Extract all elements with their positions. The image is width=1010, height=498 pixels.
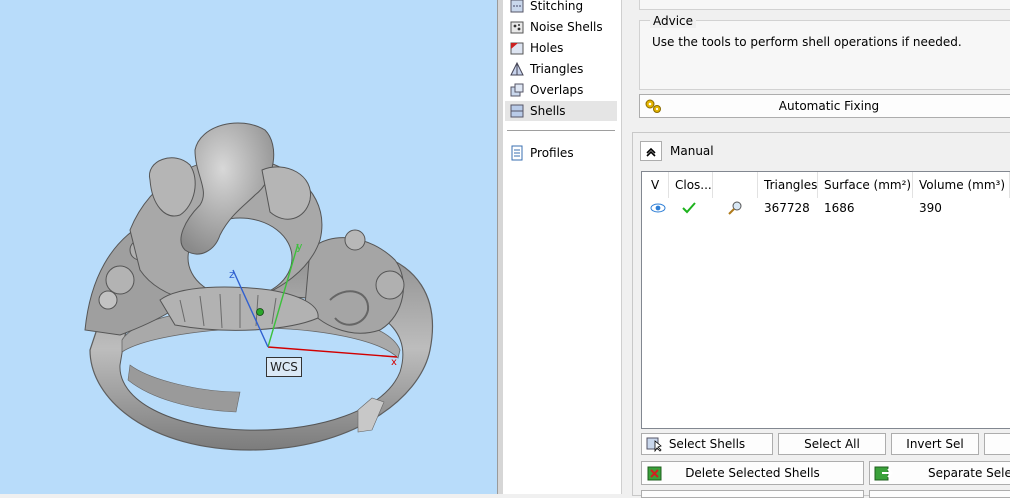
- tree-divider: [507, 130, 615, 131]
- triangles-icon: [509, 61, 525, 77]
- overlaps-icon: [509, 82, 525, 98]
- separate-selected-button[interactable]: Separate Selecte: [869, 461, 1010, 485]
- noise-shells-icon: [509, 19, 525, 35]
- cell-triangles: 367728: [764, 201, 810, 215]
- select-cursor-icon: [646, 436, 664, 454]
- bottom-action-button[interactable]: [641, 490, 864, 498]
- automatic-fixing-label: Automatic Fixing: [778, 99, 880, 113]
- shells-icon: [509, 103, 525, 119]
- shells-table[interactable]: V Clos... Triangles Surface (mm²) Volume…: [641, 171, 1010, 429]
- column-header-triangles[interactable]: Triangles: [758, 172, 818, 198]
- manual-label: Manual: [670, 144, 714, 158]
- analysis-tree: Stitching Noise Shells Holes Triangles O…: [503, 0, 622, 494]
- select-all-button[interactable]: Select All: [778, 433, 886, 455]
- properties-panel: Advice Use the tools to perform shell op…: [622, 0, 1010, 498]
- tree-item-label: Overlaps: [530, 83, 584, 97]
- delete-selected-shells-button[interactable]: Delete Selected Shells: [641, 461, 864, 485]
- svg-text:x: x: [391, 357, 397, 368]
- column-header-surface[interactable]: Surface (mm²): [818, 172, 913, 198]
- invert-selection-button[interactable]: Invert Sel: [891, 433, 979, 455]
- advice-title: Advice: [650, 14, 697, 28]
- column-header-volume[interactable]: Volume (mm³): [913, 172, 1010, 198]
- tree-item-overlaps[interactable]: Overlaps: [505, 80, 617, 100]
- tree-item-holes[interactable]: Holes: [505, 38, 617, 58]
- tree-item-label: Holes: [530, 41, 564, 55]
- top-group: [639, 0, 1010, 10]
- collapse-up-icon: [646, 147, 656, 157]
- tree-item-noise-shells[interactable]: Noise Shells: [505, 17, 617, 37]
- tree-item-label: Shells: [530, 104, 566, 118]
- cell-surface: 1686: [824, 201, 855, 215]
- cell-volume: 390: [919, 201, 942, 215]
- magnifier-icon[interactable]: [713, 198, 758, 218]
- gears-icon: [644, 98, 662, 117]
- separate-selected-label: Separate Selecte: [928, 466, 1010, 480]
- 3d-viewport[interactable]: x y z WCS: [0, 0, 497, 494]
- tree-item-label: Profiles: [530, 146, 574, 160]
- svg-text:y: y: [296, 240, 303, 253]
- wcs-label: WCS: [266, 357, 302, 377]
- tree-item-label: Noise Shells: [530, 20, 603, 34]
- tree-item-label: Triangles: [530, 62, 584, 76]
- holes-icon: [509, 40, 525, 56]
- column-header-zoom[interactable]: [713, 172, 758, 198]
- tree-item-stitching[interactable]: Stitching: [505, 0, 617, 16]
- profiles-icon: [509, 145, 525, 161]
- tree-item-label: Stitching: [530, 0, 584, 13]
- advice-group: [639, 20, 1010, 90]
- tree-item-shells[interactable]: Shells: [505, 101, 617, 121]
- delete-selected-shells-label: Delete Selected Shells: [685, 466, 820, 480]
- checkmark-icon: [669, 198, 713, 218]
- advice-text: Use the tools to perform shell operation…: [652, 35, 962, 49]
- delete-shell-icon: [646, 464, 664, 484]
- select-shells-button[interactable]: Select Shells: [641, 433, 773, 455]
- svg-text:z: z: [229, 268, 235, 281]
- more-button[interactable]: [984, 433, 1010, 455]
- column-header-visible[interactable]: V: [642, 172, 669, 198]
- manual-collapse-button[interactable]: [640, 141, 662, 161]
- ring-model: x y z: [84, 122, 434, 451]
- stitching-icon: [509, 0, 525, 14]
- eye-icon[interactable]: [642, 198, 669, 218]
- bottom-action-button[interactable]: [869, 490, 1010, 498]
- tree-item-triangles[interactable]: Triangles: [505, 59, 617, 79]
- select-shells-label: Select Shells: [668, 437, 746, 451]
- column-header-closed[interactable]: Clos...: [669, 172, 713, 198]
- separate-shell-icon: [874, 464, 894, 484]
- tree-item-profiles[interactable]: Profiles: [505, 143, 617, 163]
- automatic-fixing-button[interactable]: Automatic Fixing: [639, 94, 1010, 118]
